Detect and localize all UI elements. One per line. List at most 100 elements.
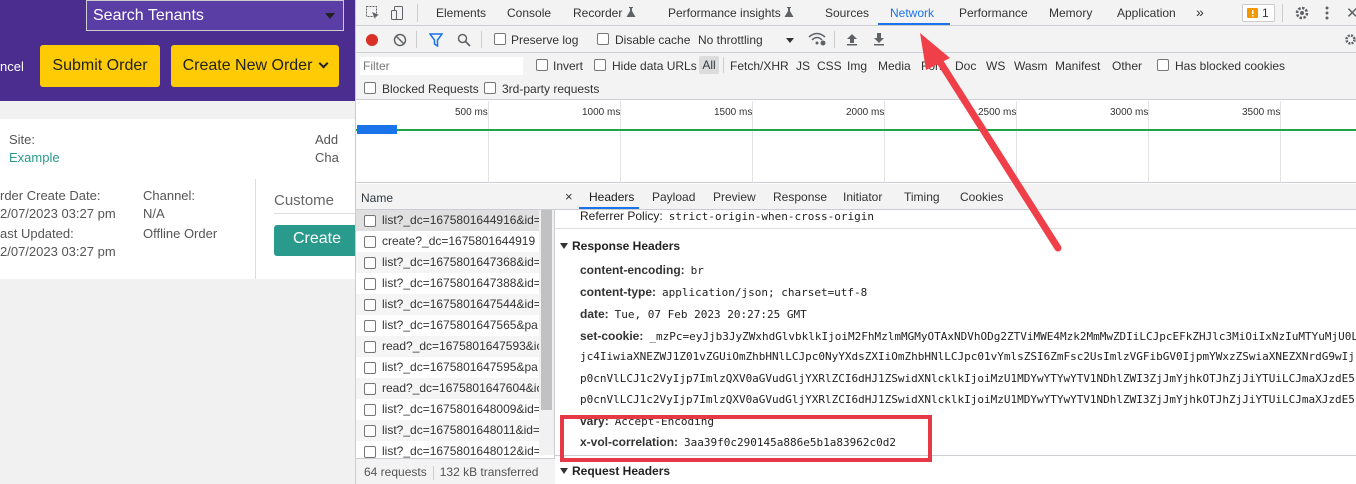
filter-type-img[interactable]: Img: [847, 59, 867, 73]
requests-count: 64 requests: [364, 465, 427, 479]
set-cookie-value-line: p0cnVlLCJ1c2VyIjp7ImlzQXV0aGVudGljYXRlZC…: [580, 372, 1355, 385]
header-key: content-encoding:: [580, 263, 685, 277]
name-column-label: Name: [361, 191, 394, 205]
tab-network[interactable]: Network: [890, 6, 934, 20]
app-body: Site: Example Add Cha rder Create Date: …: [0, 101, 355, 484]
tab-memory[interactable]: Memory: [1049, 6, 1092, 20]
tab-elements[interactable]: Elements: [436, 6, 486, 20]
import-har-icon[interactable]: [846, 32, 858, 46]
network-settings-gear-icon[interactable]: [1344, 33, 1356, 46]
clear-icon[interactable]: [393, 33, 407, 47]
network-overview-timeline[interactable]: 500 ms 1000 ms 1500 ms 2000 ms 2500 ms 3…: [356, 101, 1356, 183]
request-row[interactable]: list?_dc=1675801647565&pa: [356, 315, 539, 336]
request-type-icon: [364, 362, 376, 374]
filter-type-ws[interactable]: WS: [986, 59, 1005, 73]
filter-type-manifest[interactable]: Manifest: [1055, 59, 1100, 73]
tab-console[interactable]: Console: [507, 6, 551, 20]
tab-preview[interactable]: Preview: [713, 190, 756, 204]
inspect-element-icon[interactable]: [365, 5, 381, 21]
hide-data-urls-checkbox[interactable]: [594, 59, 606, 71]
request-list-scrollbar[interactable]: [539, 210, 554, 455]
tab-response[interactable]: Response: [773, 190, 827, 204]
header-value: application/json; charset=utf-8: [662, 286, 868, 299]
set-cookie-value-line: p0cnVlLCJ1c2VyIjp7ImlzQXV0aGVudGljYXRlZC…: [580, 393, 1355, 406]
request-headers-section[interactable]: Request Headers: [560, 464, 670, 478]
request-row[interactable]: list?_dc=1675801648009&id=: [356, 399, 539, 420]
filter-type-wasm[interactable]: Wasm: [1014, 59, 1048, 73]
filter-type-fetch-xhr[interactable]: Fetch/XHR: [730, 59, 789, 73]
tab-cookies[interactable]: Cookies: [960, 190, 1003, 204]
request-row[interactable]: list?_dc=1675801644916&id=: [356, 210, 539, 231]
request-row[interactable]: list?_dc=1675801647368&id=: [356, 252, 539, 273]
settings-gear-icon[interactable]: [1294, 5, 1310, 21]
customer-heading: Custome: [274, 192, 335, 209]
scrollbar-thumb[interactable]: [541, 210, 552, 410]
submit-order-label: Submit Order: [52, 57, 148, 74]
request-type-icon: [364, 278, 376, 290]
more-tabs-button[interactable]: »: [1196, 4, 1204, 20]
filter-type-font[interactable]: Font: [921, 59, 945, 73]
annotation-highlight-box: [560, 415, 932, 462]
tab-headers[interactable]: Headers: [589, 190, 634, 204]
request-name: list?_dc=1675801648009&id=: [382, 402, 539, 416]
devtools-panel: Elements Console Recorder Performance in…: [355, 0, 1356, 484]
filter-funnel-icon[interactable]: [429, 33, 443, 47]
tab-initiator[interactable]: Initiator: [843, 190, 882, 204]
throttling-select[interactable]: No throttling: [698, 33, 763, 47]
filter-type-media[interactable]: Media: [878, 59, 911, 73]
request-row[interactable]: list?_dc=1675801648012&id=: [356, 441, 539, 458]
tab-application[interactable]: Application: [1117, 6, 1176, 20]
request-name: list?_dc=1675801647368&id=: [382, 255, 539, 269]
filter-type-other[interactable]: Other: [1112, 59, 1142, 73]
create-new-order-button[interactable]: Create New Order: [171, 45, 339, 87]
last-updated-value: 2/07/2023 03:27 pm: [0, 244, 116, 259]
flask-icon: [626, 7, 636, 17]
network-conditions-icon[interactable]: [808, 32, 826, 46]
blocked-requests-checkbox[interactable]: [364, 82, 376, 94]
request-row[interactable]: list?_dc=1675801647595&pa: [356, 357, 539, 378]
request-row[interactable]: read?_dc=1675801647604&ic: [356, 378, 539, 399]
filter-type-all[interactable]: All: [699, 56, 719, 74]
request-row[interactable]: list?_dc=1675801648011&id=: [356, 420, 539, 441]
tab-performance-insights[interactable]: Performance insights: [668, 6, 781, 20]
filter-type-doc[interactable]: Doc: [955, 59, 976, 73]
search-tenants-dropdown[interactable]: Search Tenants: [86, 0, 344, 31]
preserve-log-checkbox[interactable]: [494, 33, 506, 45]
create-customer-button[interactable]: Create: [274, 225, 355, 256]
cancel-button[interactable]: ncel: [0, 45, 28, 87]
request-row[interactable]: create?_dc=1675801644919: [356, 231, 539, 252]
request-row[interactable]: read?_dc=1675801647593&ic: [356, 336, 539, 357]
export-har-icon[interactable]: [873, 32, 885, 46]
tab-recorder[interactable]: Recorder: [573, 6, 622, 20]
overview-tick-label: 1500 ms: [714, 107, 753, 118]
request-row[interactable]: list?_dc=1675801647544&id=: [356, 294, 539, 315]
filter-type-js[interactable]: JS: [796, 59, 810, 73]
set-cookie-key: set-cookie:: [580, 329, 644, 343]
throttling-caret-icon: [786, 38, 794, 43]
filter-input[interactable]: [360, 57, 523, 75]
has-blocked-cookies-checkbox[interactable]: [1157, 59, 1169, 71]
tab-timing[interactable]: Timing: [904, 190, 940, 204]
issues-badge[interactable]: 1: [1242, 4, 1275, 22]
more-options-icon[interactable]: [1324, 5, 1330, 21]
tab-sources[interactable]: Sources: [825, 6, 869, 20]
close-devtools-icon[interactable]: ✕: [1346, 4, 1356, 22]
device-toolbar-icon[interactable]: [390, 5, 406, 21]
filter-type-css[interactable]: CSS: [817, 59, 842, 73]
tab-performance[interactable]: Performance: [959, 6, 1028, 20]
request-row[interactable]: list?_dc=1675801647388&id=: [356, 273, 539, 294]
record-stop-icon[interactable]: [365, 33, 379, 47]
name-column-header[interactable]: Name: [356, 184, 555, 210]
site-link[interactable]: Example: [9, 150, 60, 165]
devtools-tab-bar: Elements Console Recorder Performance in…: [356, 0, 1356, 26]
close-details-icon[interactable]: ×: [565, 189, 573, 204]
blocked-requests-label: Blocked Requests: [382, 82, 479, 96]
tab-payload[interactable]: Payload: [652, 190, 695, 204]
third-party-requests-checkbox[interactable]: [484, 82, 496, 94]
invert-checkbox[interactable]: [536, 59, 548, 71]
disable-cache-checkbox[interactable]: [597, 33, 609, 45]
response-headers-section[interactable]: Response Headers: [560, 239, 680, 253]
toolbar-separator: [834, 31, 835, 48]
submit-order-button[interactable]: Submit Order: [40, 45, 160, 87]
search-icon[interactable]: [457, 33, 471, 47]
